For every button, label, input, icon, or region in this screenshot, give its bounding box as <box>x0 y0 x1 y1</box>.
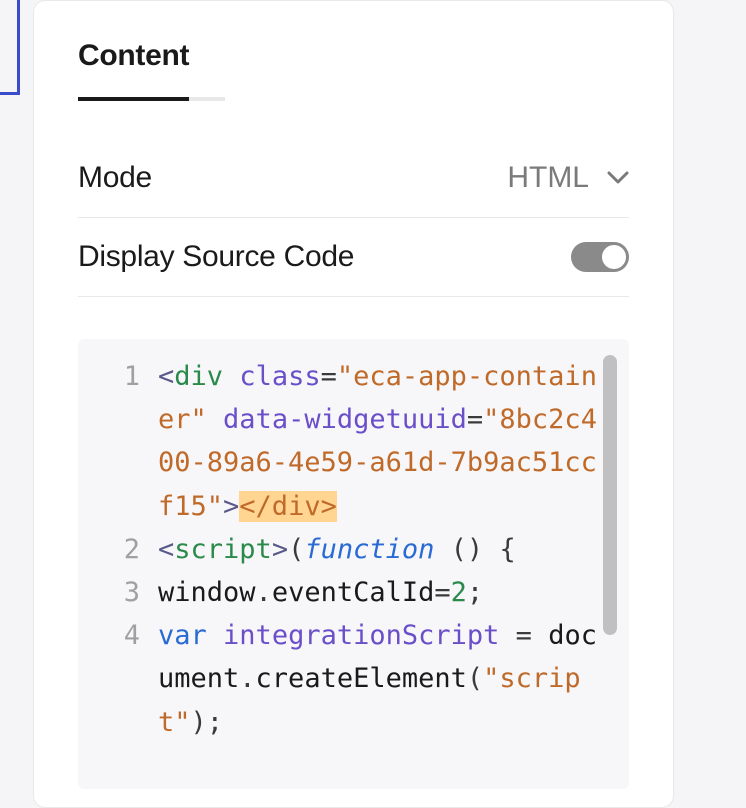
left-accent-border <box>0 0 20 95</box>
code-line: 3window.eventCalId=2; <box>78 571 605 614</box>
mode-select[interactable]: HTML <box>507 161 629 195</box>
code-content[interactable]: window.eventCalId=2; <box>158 571 605 614</box>
tabs-row: Content <box>78 39 629 101</box>
line-number: 3 <box>78 571 158 614</box>
tab-underline-rest <box>189 39 225 101</box>
tab-content[interactable]: Content <box>78 39 189 101</box>
display-source-label: Display Source Code <box>78 240 354 274</box>
code-content[interactable]: <script>(function () { <box>158 528 605 571</box>
code-scroll[interactable]: 1<div class="eca-app-container" data-wid… <box>78 355 625 773</box>
scrollbar-thumb[interactable] <box>603 355 617 635</box>
content-panel: Content Mode HTML Display Source Code 1<… <box>33 0 674 808</box>
toggle-knob <box>602 245 626 269</box>
display-source-toggle[interactable] <box>571 242 629 272</box>
mode-label: Mode <box>78 161 152 195</box>
line-number: 4 <box>78 614 158 657</box>
settings-block: Mode HTML Display Source Code <box>78 139 629 297</box>
setting-row-mode: Mode HTML <box>78 139 629 218</box>
code-line: 2<script>(function () { <box>78 528 605 571</box>
setting-row-display-source: Display Source Code <box>78 218 629 297</box>
line-number: 2 <box>78 528 158 571</box>
code-line: 1<div class="eca-app-container" data-wid… <box>78 355 605 528</box>
code-editor[interactable]: 1<div class="eca-app-container" data-wid… <box>78 339 629 789</box>
chevron-down-icon <box>607 167 629 189</box>
code-content[interactable]: <div class="eca-app-container" data-widg… <box>158 355 605 528</box>
line-number: 1 <box>78 355 158 398</box>
code-content[interactable]: var integrationScript = document.createE… <box>158 614 605 744</box>
code-line: 4var integrationScript = document.create… <box>78 614 605 744</box>
mode-value: HTML <box>507 161 589 195</box>
